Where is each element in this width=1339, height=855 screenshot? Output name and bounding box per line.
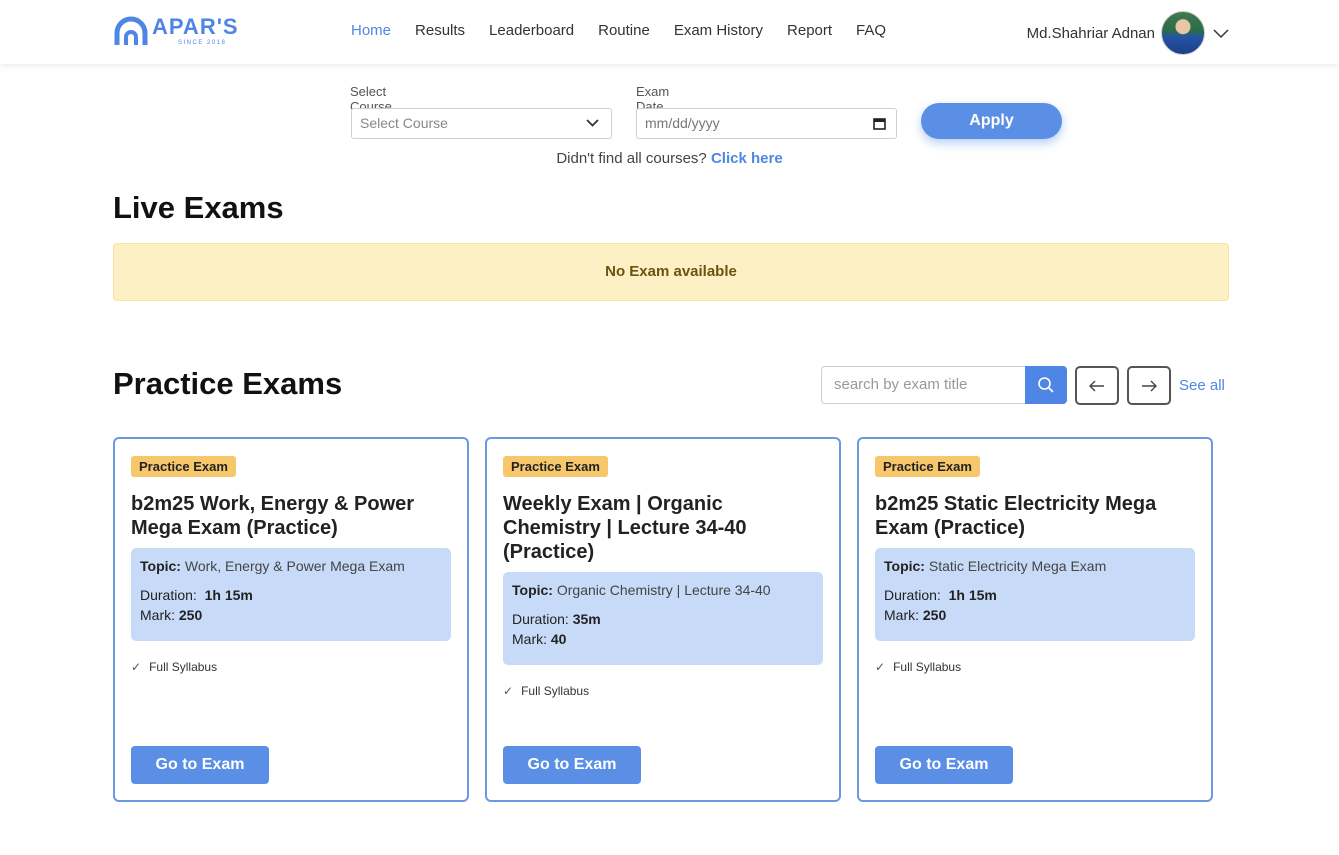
logo-subtext: SINCE 2018	[178, 40, 227, 46]
duration-label: Duration:	[140, 587, 197, 603]
syllabus-note: ✓ Full Syllabus	[875, 660, 961, 674]
date-placeholder: mm/dd/yyyy	[645, 115, 720, 131]
mark-value: 250	[178, 607, 203, 623]
topic-label: Topic:	[512, 582, 553, 598]
arrow-left-icon	[1089, 380, 1104, 391]
exam-title: b2m25 Static Electricity Mega Exam (Prac…	[875, 493, 1157, 539]
nav-home[interactable]: Home	[351, 22, 391, 39]
duration-label: Duration:	[512, 611, 569, 627]
missing-courses-note: Didn't find all courses? Click here	[0, 150, 1339, 167]
exam-card: Practice Exam Weekly Exam | Organic Chem…	[485, 437, 841, 802]
search-icon	[1038, 377, 1054, 393]
course-select[interactable]: Select Course	[351, 108, 612, 139]
top-header: APAR'S SINCE 2018 Home Results Leaderboa…	[0, 0, 1339, 64]
main-nav: Home Results Leaderboard Routine Exam Hi…	[351, 22, 910, 39]
live-exams-heading: Live Exams	[113, 190, 284, 225]
chevron-down-icon	[586, 119, 599, 127]
practice-badge: Practice Exam	[875, 456, 980, 477]
duration-value: 1h 15m	[204, 587, 253, 603]
topic-label: Topic:	[884, 558, 925, 574]
nav-leaderboard[interactable]: Leaderboard	[489, 22, 574, 39]
go-to-exam-button[interactable]: Go to Exam	[503, 746, 641, 784]
logo-text: APAR'S	[152, 14, 239, 39]
mark-value: 40	[550, 631, 567, 647]
mark-value: 250	[922, 607, 947, 623]
duration-value: 1h 15m	[948, 587, 997, 603]
topic-label: Topic:	[140, 558, 181, 574]
duration-label: Duration:	[884, 587, 941, 603]
exam-title: b2m25 Work, Energy & Power Mega Exam (Pr…	[131, 493, 415, 539]
topic-value: Work, Energy & Power Mega Exam	[184, 558, 405, 574]
syllabus-note: ✓ Full Syllabus	[131, 660, 217, 674]
logo[interactable]: APAR'S SINCE 2018	[114, 16, 239, 46]
nav-report[interactable]: Report	[787, 22, 832, 39]
logo-icon	[114, 16, 148, 45]
exam-info-box: Topic: Work, Energy & Power Mega Exam Du…	[131, 548, 451, 641]
practice-badge: Practice Exam	[131, 456, 236, 477]
prev-button[interactable]	[1075, 366, 1119, 405]
topic-value: Static Electricity Mega Exam	[928, 558, 1107, 574]
course-select-value: Select Course	[360, 115, 448, 131]
chevron-down-icon[interactable]	[1213, 25, 1229, 41]
arrow-right-icon	[1142, 380, 1157, 391]
exam-card: Practice Exam b2m25 Static Electricity M…	[857, 437, 1213, 802]
exam-search: search by exam title	[821, 366, 1067, 404]
duration-value: 35m	[572, 611, 601, 627]
apply-button[interactable]: Apply	[921, 103, 1062, 139]
practice-exams-heading: Practice Exams	[113, 366, 343, 401]
mark-label: Mark:	[140, 607, 175, 623]
avatar[interactable]	[1161, 11, 1205, 55]
user-name: Md.Shahriar Adnan	[1026, 24, 1155, 42]
exam-info-box: Topic: Static Electricity Mega Exam Dura…	[875, 548, 1195, 641]
next-button[interactable]	[1127, 366, 1171, 405]
go-to-exam-button[interactable]: Go to Exam	[131, 746, 269, 784]
go-to-exam-button[interactable]: Go to Exam	[875, 746, 1013, 784]
exam-info-box: Topic: Organic Chemistry | Lecture 34-40…	[503, 572, 823, 665]
see-all-link[interactable]: See all	[1179, 377, 1225, 394]
mark-label: Mark:	[512, 631, 547, 647]
calendar-icon[interactable]	[873, 117, 886, 130]
check-icon: ✓	[503, 684, 514, 698]
no-exam-alert: No Exam available	[113, 243, 1229, 301]
exam-date-input[interactable]: mm/dd/yyyy	[636, 108, 897, 139]
search-button[interactable]	[1025, 366, 1067, 404]
topic-value: Organic Chemistry | Lecture 34-40	[556, 582, 771, 598]
exam-card: Practice Exam b2m25 Work, Energy & Power…	[113, 437, 469, 802]
syllabus-text: Full Syllabus	[521, 684, 590, 698]
nav-exam-history[interactable]: Exam History	[674, 22, 763, 39]
practice-badge: Practice Exam	[503, 456, 608, 477]
missing-courses-text: Didn't find all courses?	[556, 150, 707, 167]
mark-label: Mark:	[884, 607, 919, 623]
nav-faq[interactable]: FAQ	[856, 22, 886, 39]
syllabus-text: Full Syllabus	[893, 660, 962, 674]
user-menu[interactable]: Md.Shahriar Adnan	[1027, 11, 1229, 55]
click-here-link[interactable]: Click here	[711, 150, 783, 167]
nav-routine[interactable]: Routine	[598, 22, 650, 39]
exam-title: Weekly Exam | Organic Chemistry | Lectur…	[503, 493, 747, 563]
search-input[interactable]: search by exam title	[821, 366, 1026, 404]
syllabus-text: Full Syllabus	[149, 660, 218, 674]
check-icon: ✓	[131, 660, 142, 674]
syllabus-note: ✓ Full Syllabus	[503, 684, 589, 698]
check-icon: ✓	[875, 660, 886, 674]
nav-results[interactable]: Results	[415, 22, 465, 39]
